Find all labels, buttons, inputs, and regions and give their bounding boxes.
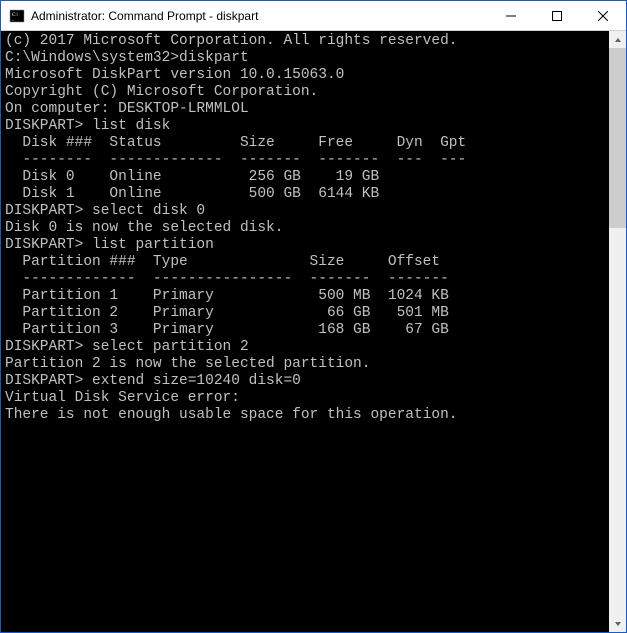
output-line: Microsoft DiskPart version 10.0.15063.0 [5, 67, 605, 84]
scrollbar-track[interactable] [609, 48, 626, 615]
prompt-line: DISKPART> list partition [5, 237, 605, 254]
output-line: (c) 2017 Microsoft Corporation. All righ… [5, 33, 605, 50]
output-line: Copyright (C) Microsoft Corporation. [5, 84, 605, 101]
window-controls [488, 1, 626, 30]
table-row: Disk 0 Online 256 GB 19 GB [5, 169, 605, 186]
prompt-line: DISKPART> list disk [5, 118, 605, 135]
prompt-line: C:\Windows\system32>diskpart [5, 50, 605, 67]
table-row: Partition 3 Primary 168 GB 67 GB [5, 322, 605, 339]
prompt-line: DISKPART> select partition 2 [5, 339, 605, 356]
maximize-button[interactable] [534, 1, 580, 30]
scrollbar-thumb[interactable] [609, 48, 626, 228]
prompt-line: DISKPART> select disk 0 [5, 203, 605, 220]
error-line: Virtual Disk Service error: [5, 390, 605, 407]
table-divider: -------- ------------- ------- ------- -… [5, 152, 605, 169]
table-row: Partition 1 Primary 500 MB 1024 KB [5, 288, 605, 305]
table-header: Partition ### Type Size Offset [5, 254, 605, 271]
prompt-line: DISKPART> extend size=10240 disk=0 [5, 373, 605, 390]
titlebar[interactable]: C:\ _ Administrator: Command Prompt - di… [1, 1, 626, 31]
output-line: Partition 2 is now the selected partitio… [5, 356, 605, 373]
terminal-output[interactable]: (c) 2017 Microsoft Corporation. All righ… [1, 31, 609, 632]
error-line: There is not enough usable space for thi… [5, 407, 605, 424]
table-row: Partition 2 Primary 66 GB 501 MB [5, 305, 605, 322]
minimize-button[interactable] [488, 1, 534, 30]
table-header: Disk ### Status Size Free Dyn Gpt [5, 135, 605, 152]
output-line: Disk 0 is now the selected disk. [5, 220, 605, 237]
close-button[interactable] [580, 1, 626, 30]
output-line: On computer: DESKTOP-LRMMLOL [5, 101, 605, 118]
table-row: Disk 1 Online 500 GB 6144 KB [5, 186, 605, 203]
window-title: Administrator: Command Prompt - diskpart [31, 9, 488, 23]
table-divider: ------------- ---------------- ------- -… [5, 271, 605, 288]
vertical-scrollbar[interactable] [609, 31, 626, 632]
cmd-icon: C:\ _ [9, 8, 25, 24]
scroll-up-button[interactable] [609, 31, 626, 48]
command-prompt-window: C:\ _ Administrator: Command Prompt - di… [0, 0, 627, 633]
scroll-down-button[interactable] [609, 615, 626, 632]
terminal-area: (c) 2017 Microsoft Corporation. All righ… [1, 31, 626, 632]
